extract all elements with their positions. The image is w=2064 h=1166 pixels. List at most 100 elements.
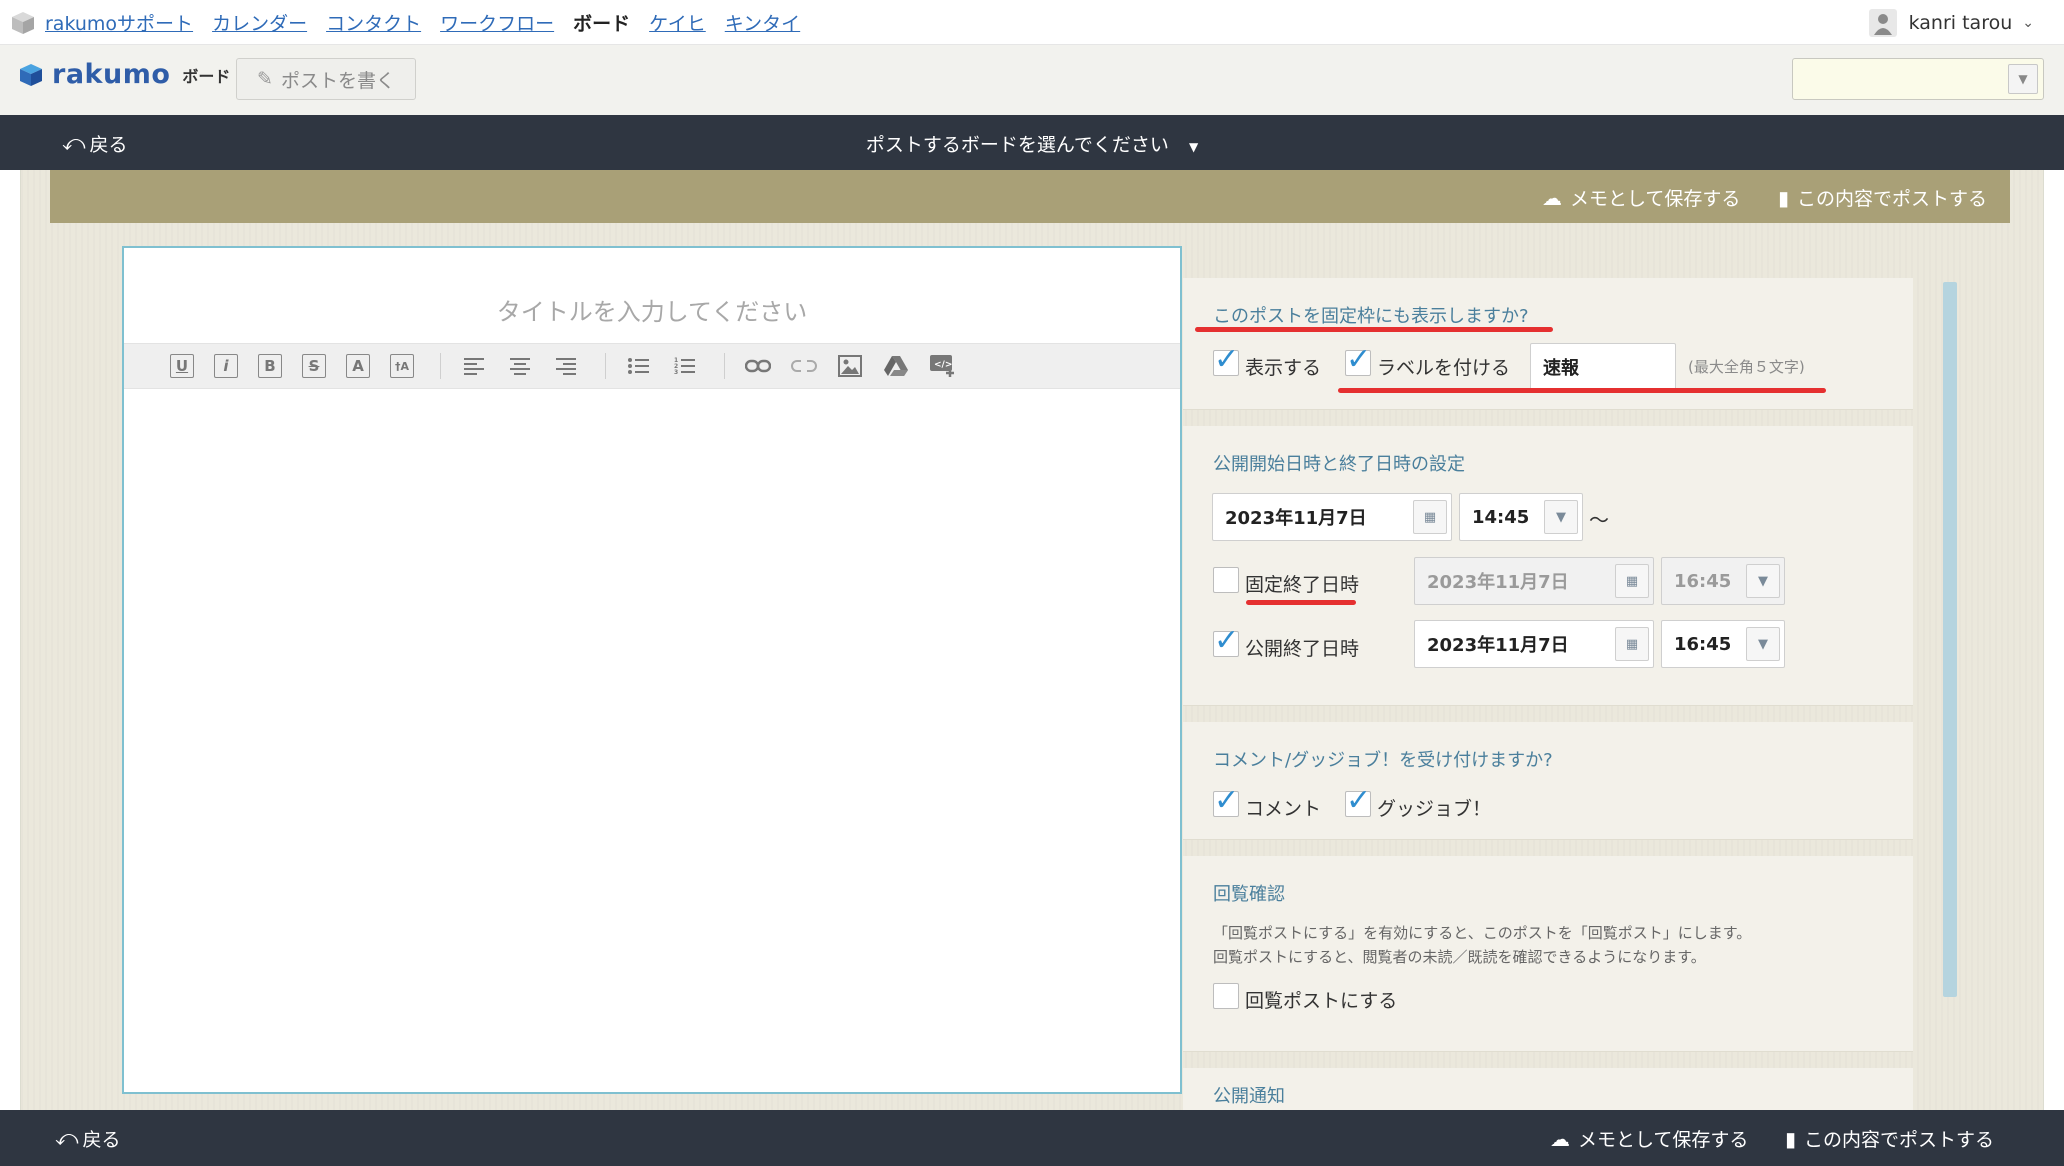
nav-link-rakumo-support[interactable]: rakumoサポート	[45, 9, 193, 36]
back-label: 戻る	[82, 1129, 121, 1151]
public-end-date-input[interactable]: 2023年11月7日 ▦	[1414, 620, 1654, 668]
circulation-desc-1: 「回覧ポストにする」を有効にすると、このポストを「回覧ポスト」にします。	[1213, 924, 1752, 942]
toolbar-divider	[440, 353, 441, 379]
chevron-down-icon[interactable]: ▼	[1746, 627, 1780, 661]
chevron-down-icon: ▼	[1746, 564, 1780, 598]
comment-checkbox[interactable]: ✓	[1213, 786, 1239, 817]
settings-scrollbar[interactable]	[1943, 282, 1957, 997]
svg-text:</>: </>	[934, 360, 952, 370]
align-right-icon[interactable]	[553, 353, 579, 379]
annotation-underline	[1338, 388, 1826, 393]
user-menu[interactable]: kanri tarou ⌄	[1868, 0, 2034, 45]
link-icon[interactable]	[745, 353, 771, 379]
show-pinned-checkbox[interactable]: ✓	[1213, 345, 1239, 376]
cloud-upload-icon: ☁	[1550, 1126, 1570, 1151]
nav-link-calendar[interactable]: カレンダー	[212, 9, 307, 36]
board-filter-select[interactable]: ▼	[1792, 58, 2044, 100]
fixed-end-label: 固定終了日時	[1245, 574, 1360, 596]
chevron-down-icon[interactable]: ▼	[2008, 64, 2038, 94]
notify-heading: 公開通知	[1213, 1086, 1285, 1107]
align-left-icon[interactable]	[461, 353, 487, 379]
font-color-icon[interactable]: A	[346, 354, 370, 378]
strikethrough-icon[interactable]: S	[302, 354, 326, 378]
label-hint: (最大全角５文字)	[1688, 358, 1805, 376]
nav-current-board[interactable]: ボード	[573, 9, 630, 36]
chevron-down-icon: ⌄	[2022, 14, 2034, 31]
public-end-checkbox[interactable]: ✓	[1213, 626, 1239, 657]
font-size-icon[interactable]: †A	[390, 354, 414, 378]
align-center-icon[interactable]	[507, 353, 533, 379]
rich-text-toolbar: U i B S A †A 123 </>	[124, 343, 1180, 389]
check-icon: ✓	[1346, 342, 1372, 377]
cloud-upload-icon: ☁	[1542, 185, 1562, 210]
calendar-icon[interactable]: ▦	[1615, 627, 1649, 661]
title-input[interactable]: タイトルを入力してください	[124, 292, 1180, 327]
underline-icon[interactable]: U	[170, 354, 194, 378]
post-button[interactable]: ▮ この内容でポストする	[1778, 184, 1987, 211]
pencil-icon: ✎	[257, 68, 273, 90]
back-button-bottom[interactable]: ⤺ 戻る	[55, 1125, 121, 1152]
app-header: rakumo ボード ✎ ポストを書く ▼	[0, 45, 2064, 115]
rakumo-board-logo[interactable]: rakumo ボード	[18, 59, 230, 90]
save-memo-button[interactable]: ☁ メモとして保存する	[1542, 184, 1740, 211]
embed-icon[interactable]: </>	[929, 353, 955, 379]
post-editor: タイトルを入力してください U i B S A †A 123 </>	[122, 246, 1182, 1094]
document-icon: ▮	[1778, 185, 1790, 210]
nav-link-kintai[interactable]: キンタイ	[725, 9, 800, 36]
bottom-action-bar: ⤺ 戻る ☁ メモとして保存する ▮ この内容でポストする	[0, 1110, 2064, 1166]
nav-link-contact[interactable]: コンタクト	[326, 9, 421, 36]
italic-icon[interactable]: i	[214, 354, 238, 378]
save-memo-button-bottom[interactable]: ☁ メモとして保存する	[1550, 1125, 1748, 1152]
caret-down-icon: ▼	[1188, 140, 1199, 154]
goodjob-checkbox[interactable]: ✓	[1345, 786, 1371, 817]
public-end-date-value: 2023年11月7日	[1427, 635, 1569, 656]
toolbar-divider	[605, 353, 606, 379]
check-icon: ✓	[1214, 783, 1240, 818]
post-label: この内容でポストする	[1804, 1129, 1995, 1151]
unlink-icon[interactable]	[791, 353, 817, 379]
fixed-end-checkbox[interactable]	[1213, 567, 1239, 593]
chevron-down-icon[interactable]: ▼	[1544, 500, 1578, 534]
goodjob-label: グッジョブ！	[1377, 798, 1492, 820]
fixed-end-time-value: 16:45	[1674, 570, 1732, 592]
save-memo-label: メモとして保存する	[1570, 188, 1741, 210]
fixed-end-date-value: 2023年11月7日	[1427, 572, 1569, 593]
top-action-bar: ☁ メモとして保存する ▮ この内容でポストする	[50, 170, 2010, 223]
post-label: この内容でポストする	[1797, 188, 1988, 210]
range-separator: 〜	[1589, 508, 1609, 532]
bullet-list-icon[interactable]	[626, 353, 652, 379]
label-text-input[interactable]: 速報	[1530, 343, 1676, 391]
global-nav: rakumoサポート カレンダー コンタクト ワークフロー ボード ケイヒ キン…	[0, 0, 2064, 45]
numbered-list-icon[interactable]: 123	[672, 353, 698, 379]
brand-name: rakumo	[52, 59, 171, 90]
drive-icon[interactable]	[883, 353, 909, 379]
circulation-desc-2: 回覧ポストにすると、閲覧者の未読／既読を確認できるようになります。	[1213, 948, 1706, 966]
post-editor-header: ⤺ 戻る ポストするボードを選んでください ▼	[0, 115, 2064, 170]
public-end-label: 公開終了日時	[1245, 638, 1360, 660]
bold-icon[interactable]: B	[258, 354, 282, 378]
image-icon[interactable]	[837, 353, 863, 379]
annotation-underline	[1195, 327, 1553, 332]
add-label-checkbox[interactable]: ✓	[1345, 345, 1371, 376]
board-picker[interactable]: ポストするボードを選んでください ▼	[0, 130, 2064, 157]
start-time-select[interactable]: 14:45 ▼	[1459, 493, 1583, 541]
calendar-icon[interactable]: ▦	[1413, 500, 1447, 534]
check-icon: ✓	[1346, 783, 1372, 818]
nav-link-keihi[interactable]: ケイヒ	[649, 9, 706, 36]
start-date-input[interactable]: 2023年11月7日 ▦	[1212, 493, 1452, 541]
pin-question: このポストを固定枠にも表示しますか?	[1213, 306, 1529, 327]
compose-post-button[interactable]: ✎ ポストを書く	[236, 58, 416, 100]
post-button-bottom[interactable]: ▮ この内容でポストする	[1785, 1125, 1994, 1152]
notify-section: 公開通知	[1183, 1068, 1913, 1110]
schedule-heading: 公開開始日時と終了日時の設定	[1213, 454, 1465, 475]
circulation-section: 回覧確認 「回覧ポストにする」を有効にすると、このポストを「回覧ポスト」にします…	[1183, 856, 1913, 1052]
rakumo-logo-icon	[20, 63, 42, 86]
document-icon: ▮	[1785, 1126, 1797, 1151]
public-end-time-select[interactable]: 16:45 ▼	[1661, 620, 1785, 668]
user-name: kanri tarou	[1908, 11, 2013, 34]
compose-post-label: ポストを書く	[280, 69, 395, 92]
circulation-checkbox[interactable]	[1213, 983, 1239, 1009]
show-pinned-label: 表示する	[1245, 357, 1322, 379]
nav-link-workflow[interactable]: ワークフロー	[440, 9, 554, 36]
svg-text:3: 3	[674, 369, 678, 375]
